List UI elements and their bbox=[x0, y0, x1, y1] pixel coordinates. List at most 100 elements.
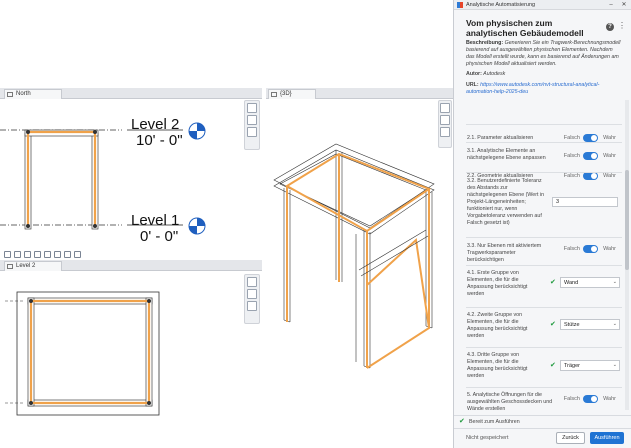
group-2-select[interactable]: ✔ Stütze ⌄ bbox=[550, 319, 620, 330]
group-1-select[interactable]: ✔ Wand ⌄ bbox=[550, 277, 620, 288]
author-line: Autor: Autodesk bbox=[466, 71, 505, 78]
detail-level-icon[interactable] bbox=[14, 251, 21, 258]
toggle-on-label: Wahr bbox=[603, 396, 616, 402]
analytical-icon[interactable] bbox=[74, 251, 81, 258]
dialog-scrollbar[interactable] bbox=[625, 100, 629, 410]
hide-icon[interactable] bbox=[64, 251, 71, 258]
param-label: 2.1. Parameter aktualisieren bbox=[467, 135, 534, 141]
level-2-elevation[interactable]: 10' - 0" bbox=[136, 133, 183, 148]
param-toggle[interactable]: Falsch Wahr bbox=[556, 152, 616, 160]
chevron-down-icon[interactable]: ⌄ bbox=[613, 321, 617, 327]
plan-canvas[interactable] bbox=[0, 272, 262, 422]
view-control-bar bbox=[4, 251, 81, 259]
group-3-select[interactable]: ✔ Träger ⌄ bbox=[550, 360, 620, 371]
minimize-icon[interactable]: – bbox=[606, 0, 616, 10]
level-2-head-icon[interactable] bbox=[188, 122, 206, 140]
app-logo-icon bbox=[457, 2, 463, 8]
dialog-titlebar[interactable]: Analytische Automatisierung – ✕ bbox=[454, 0, 631, 10]
tab-3d[interactable]: {3D} bbox=[268, 89, 316, 99]
toggle-off-label: Falsch bbox=[563, 246, 580, 252]
more-options-icon[interactable]: ⋮ bbox=[618, 22, 626, 30]
toggle-switch[interactable] bbox=[583, 395, 598, 403]
level-2-name[interactable]: Level 2 bbox=[131, 117, 179, 132]
description-label: Beschreibung: bbox=[466, 40, 504, 46]
saved-state: Nicht gespeichert bbox=[466, 435, 509, 441]
param-row: 3.2. Benutzerdefinierte Toleranz des Abs… bbox=[466, 172, 622, 237]
ready-check-icon: ✔ bbox=[459, 418, 465, 425]
analytical-frame bbox=[285, 152, 432, 369]
tolerance-input[interactable]: 3 bbox=[552, 197, 618, 207]
tab-level-2-label: Level 2 bbox=[16, 263, 36, 269]
author-value: Autodesk bbox=[483, 71, 506, 77]
param-toggle[interactable]: Falsch Wahr bbox=[556, 245, 616, 253]
check-icon: ✔ bbox=[550, 321, 556, 328]
dialog-heading: Vom physischen zum analytischen Gebäudem… bbox=[466, 18, 584, 38]
param-label: 3.2. Benutzerdefinierte Toleranz des Abs… bbox=[467, 178, 545, 226]
orbit-icon[interactable] bbox=[440, 127, 450, 137]
automation-dialog: Analytische Automatisierung – ✕ Vom phys… bbox=[453, 0, 631, 448]
help-icon[interactable]: ? bbox=[606, 23, 614, 31]
view-icon bbox=[7, 92, 13, 97]
visual-style-icon[interactable] bbox=[24, 251, 31, 258]
param-toggle[interactable]: Falsch Wahr bbox=[556, 134, 616, 142]
description-block: Beschreibung: Generieren Sie ein Tragwer… bbox=[466, 40, 622, 68]
elevation-tabbar: North bbox=[0, 88, 262, 99]
back-button[interactable]: Zurück bbox=[556, 432, 585, 444]
param-label: 3.3. Nur Ebenen mit aktiviertem Tragwerk… bbox=[467, 243, 542, 263]
view3d-canvas[interactable] bbox=[266, 100, 453, 430]
view3d-nav-bar[interactable] bbox=[438, 100, 452, 148]
param-row: 4.3. Dritte Gruppe von Elementen, die fü… bbox=[466, 347, 622, 387]
url-line: URL: https://www.autodesk.com/nvt-struct… bbox=[466, 82, 622, 96]
toggle-on-label: Wahr bbox=[603, 246, 616, 252]
toggle-on-label: Wahr bbox=[603, 153, 616, 159]
group-3-value[interactable]: Träger bbox=[560, 360, 620, 371]
parameters-list[interactable]: 2.1. Parameter aktualisieren Falsch Wahr… bbox=[454, 97, 631, 413]
check-icon: ✔ bbox=[550, 279, 556, 286]
level-1-name[interactable]: Level 1 bbox=[131, 213, 179, 228]
node bbox=[29, 401, 33, 405]
scrollbar-thumb[interactable] bbox=[625, 170, 629, 270]
toggle-off-label: Falsch bbox=[563, 153, 580, 159]
level-1-head-icon[interactable] bbox=[188, 217, 206, 235]
crop-icon[interactable] bbox=[54, 251, 61, 258]
toggle-switch[interactable] bbox=[583, 245, 598, 253]
scale-icon[interactable] bbox=[4, 251, 11, 258]
toggle-switch[interactable] bbox=[583, 152, 598, 160]
tab-level-2[interactable]: Level 2 bbox=[4, 261, 62, 271]
app-window: North Level 2 10' - 0" Level 1 0' - 0" L… bbox=[0, 0, 631, 448]
dialog-window-title: Analytische Automatisierung bbox=[466, 2, 536, 8]
crop-region bbox=[16, 291, 160, 416]
level-1-elevation[interactable]: 0' - 0" bbox=[140, 229, 178, 244]
param-row: 4.2. Zweite Gruppe von Elementen, die fü… bbox=[466, 307, 622, 347]
param-label: 3.1. Analytische Elemente an nächstgeleg… bbox=[467, 148, 546, 161]
close-icon[interactable]: ✕ bbox=[619, 0, 629, 10]
zoom-icon[interactable] bbox=[440, 115, 450, 125]
node bbox=[93, 224, 97, 228]
plan-tabbar: Level 2 bbox=[0, 260, 262, 271]
tab-north[interactable]: North bbox=[4, 89, 62, 99]
view-cube-icon[interactable] bbox=[440, 103, 450, 113]
status-text: Bereit zum Ausführen bbox=[469, 419, 520, 425]
url-link[interactable]: https://www.autodesk.com/nvt-structural-… bbox=[466, 82, 599, 95]
param-label: 4.2. Zweite Gruppe von Elementen, die fü… bbox=[467, 312, 528, 339]
node bbox=[93, 130, 97, 134]
param-label: 5. Analytische Öffnungen für die ausgewä… bbox=[467, 392, 553, 412]
shadows-icon[interactable] bbox=[44, 251, 51, 258]
check-icon: ✔ bbox=[550, 362, 556, 369]
group-2-value[interactable]: Stütze bbox=[560, 319, 620, 330]
url-label: URL: bbox=[466, 82, 479, 88]
sun-icon[interactable] bbox=[34, 251, 41, 258]
chevron-down-icon[interactable]: ⌄ bbox=[613, 362, 617, 368]
param-toggle[interactable]: Falsch Wahr bbox=[556, 395, 616, 403]
node bbox=[29, 299, 33, 303]
physical-frame bbox=[273, 143, 435, 369]
run-button[interactable]: Ausführen bbox=[590, 432, 624, 444]
chevron-down-icon[interactable]: ⌄ bbox=[613, 279, 617, 285]
toggle-switch[interactable] bbox=[583, 134, 598, 142]
toggle-off-label: Falsch bbox=[563, 135, 580, 141]
tab-3d-label: {3D} bbox=[280, 91, 292, 97]
param-label: 4.3. Dritte Gruppe von Elementen, die fü… bbox=[467, 352, 528, 379]
group-1-value[interactable]: Wand bbox=[560, 277, 620, 288]
toggle-on-label: Wahr bbox=[603, 135, 616, 141]
